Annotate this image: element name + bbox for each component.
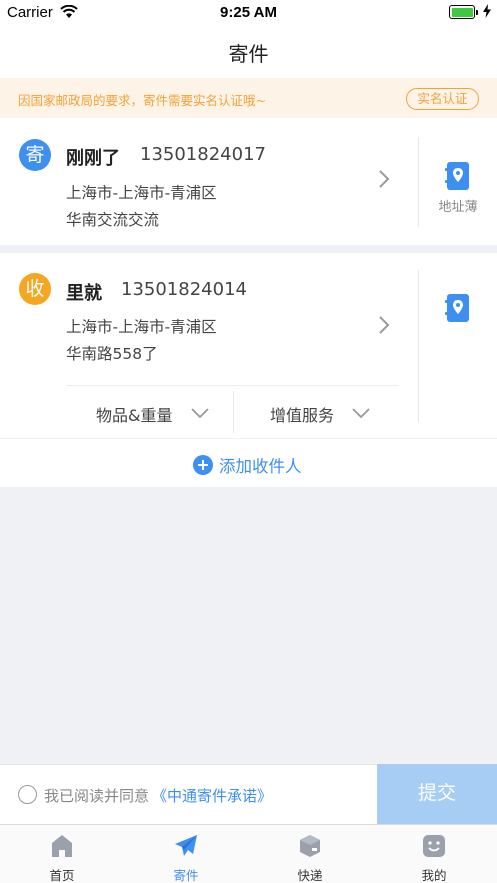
- charging-icon: [483, 4, 491, 18]
- receiver-name: 里就: [66, 283, 102, 304]
- add-receiver-label: 添加收件人: [219, 457, 302, 476]
- submit-button[interactable]: 提交: [377, 764, 497, 824]
- agreement-link[interactable]: 《中通寄件承诺》: [152, 785, 272, 806]
- real-name-verify-button[interactable]: 实名认证: [406, 88, 479, 110]
- home-icon: [52, 835, 72, 857]
- add-receiver-button[interactable]: 添加收件人: [193, 453, 302, 477]
- agree-text: 我已阅读并同意: [44, 787, 150, 805]
- options-divider: [66, 385, 399, 386]
- package-icon: [300, 835, 320, 857]
- plus-circle-icon: [193, 455, 213, 475]
- sender-divider: [418, 137, 419, 227]
- chevron-down-icon: [352, 408, 370, 419]
- goods-weight-option[interactable]: 物品&重量: [96, 402, 172, 426]
- sender-address-book-icon[interactable]: [445, 162, 471, 190]
- tab-home[interactable]: 首页: [0, 824, 124, 883]
- sender-region: 上海市-上海市-青浦区: [66, 184, 217, 202]
- page-title: 寄件: [228, 42, 269, 66]
- tab-express[interactable]: 快递: [248, 824, 372, 883]
- sender-chevron-right-icon: [379, 170, 390, 188]
- tab-send[interactable]: 寄件: [124, 824, 248, 883]
- sender-phone: 13501824017: [140, 144, 266, 165]
- profile-face-icon: [423, 835, 445, 857]
- chevron-down-icon: [191, 408, 209, 419]
- sender-name: 刚刚了: [66, 148, 120, 169]
- receiver-badge: 收: [19, 273, 51, 305]
- receiver-address-book-icon[interactable]: [445, 294, 471, 322]
- receiver-divider: [418, 270, 419, 422]
- tab-label: 我的: [421, 868, 447, 883]
- receiver-chevron-right-icon: [379, 316, 390, 334]
- navigation-bar: 寄件: [0, 26, 497, 78]
- status-time: 9:25 AM: [220, 4, 277, 21]
- options-split: [233, 391, 234, 433]
- tab-label: 寄件: [173, 868, 199, 883]
- receiver-region: 上海市-上海市-青浦区: [66, 318, 217, 336]
- tab-mine[interactable]: 我的: [372, 824, 496, 883]
- receiver-street: 华南路558了: [66, 345, 158, 363]
- status-bar: Carrier 9:25 AM: [0, 0, 497, 26]
- tab-label: 首页: [49, 868, 75, 883]
- value-added-service-option[interactable]: 增值服务: [270, 402, 334, 426]
- battery-icon: [449, 5, 478, 19]
- address-book-label[interactable]: 地址薄: [420, 196, 496, 215]
- receiver-phone: 13501824014: [121, 279, 247, 300]
- tab-label: 快递: [297, 868, 323, 883]
- sender-street: 华南交流交流: [66, 211, 160, 229]
- sender-badge: 寄: [19, 139, 51, 171]
- notice-text: 因国家邮政局的要求，寄件需要实名认证哦~: [18, 93, 266, 108]
- paper-plane-icon: [175, 835, 197, 856]
- agree-radio[interactable]: [18, 785, 37, 804]
